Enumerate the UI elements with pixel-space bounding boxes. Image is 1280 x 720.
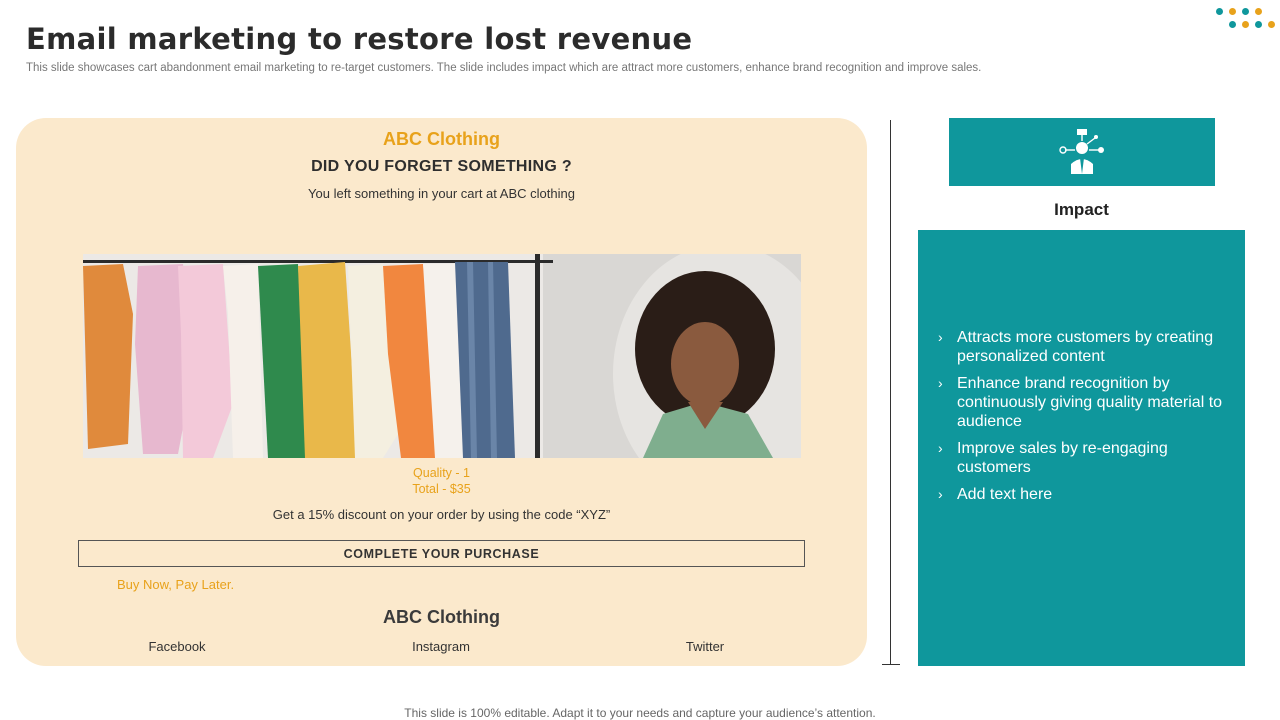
footer-note: This slide is 100% editable. Adapt it to… bbox=[404, 706, 876, 720]
email-mockup-card: ABC Clothing DID YOU FORGET SOMETHING ? … bbox=[16, 118, 867, 666]
twitter-link[interactable]: Twitter bbox=[645, 639, 765, 654]
chevron-right-icon: › bbox=[938, 329, 943, 345]
email-subline: You left something in your cart at ABC c… bbox=[308, 186, 575, 201]
divider-line-foot bbox=[882, 664, 900, 665]
decorative-dots bbox=[1214, 6, 1276, 30]
impact-heading: Impact bbox=[1054, 200, 1109, 219]
chevron-right-icon: › bbox=[938, 440, 943, 456]
impact-icon-box bbox=[949, 118, 1215, 186]
impact-list: › Attracts more customers by creating pe… bbox=[938, 328, 1228, 512]
email-footer-brand: ABC Clothing bbox=[383, 607, 500, 627]
cart-quantity: Quality - 1 bbox=[413, 466, 470, 480]
email-brand-name: ABC Clothing bbox=[383, 129, 500, 149]
impact-panel: › Attracts more customers by creating pe… bbox=[918, 230, 1245, 666]
facebook-link[interactable]: Facebook bbox=[117, 639, 237, 654]
chevron-right-icon: › bbox=[938, 486, 943, 502]
instagram-link[interactable]: Instagram bbox=[381, 639, 501, 654]
impact-item-text: Add text here bbox=[957, 486, 1053, 503]
impact-item: › Attracts more customers by creating pe… bbox=[938, 328, 1228, 366]
impact-item: › Add text here bbox=[938, 485, 1228, 504]
cart-total: Total - $35 bbox=[412, 482, 471, 496]
customer-network-icon bbox=[1057, 128, 1107, 176]
page-subtitle: This slide showcases cart abandonment em… bbox=[26, 62, 982, 74]
chevron-right-icon: › bbox=[938, 375, 943, 391]
divider-line bbox=[890, 120, 891, 664]
email-headline: DID YOU FORGET SOMETHING ? bbox=[311, 158, 572, 175]
clothing-rack-photo bbox=[83, 254, 801, 458]
impact-item: › Improve sales by re-engaging customers bbox=[938, 439, 1228, 477]
buy-now-pay-later-text: Buy Now, Pay Later. bbox=[117, 577, 235, 592]
impact-item-text: Attracts more customers by creating pers… bbox=[957, 329, 1214, 365]
page-title: Email marketing to restore lost revenue bbox=[26, 22, 693, 56]
impact-item-text: Enhance brand recognition by continuousl… bbox=[957, 375, 1223, 430]
discount-offer: Get a 15% discount on your order by usin… bbox=[272, 507, 611, 522]
impact-item: › Enhance brand recognition by continuou… bbox=[938, 374, 1228, 431]
complete-purchase-button[interactable]: COMPLETE YOUR PURCHASE bbox=[78, 540, 805, 567]
impact-item-text: Improve sales by re-engaging customers bbox=[957, 440, 1168, 476]
